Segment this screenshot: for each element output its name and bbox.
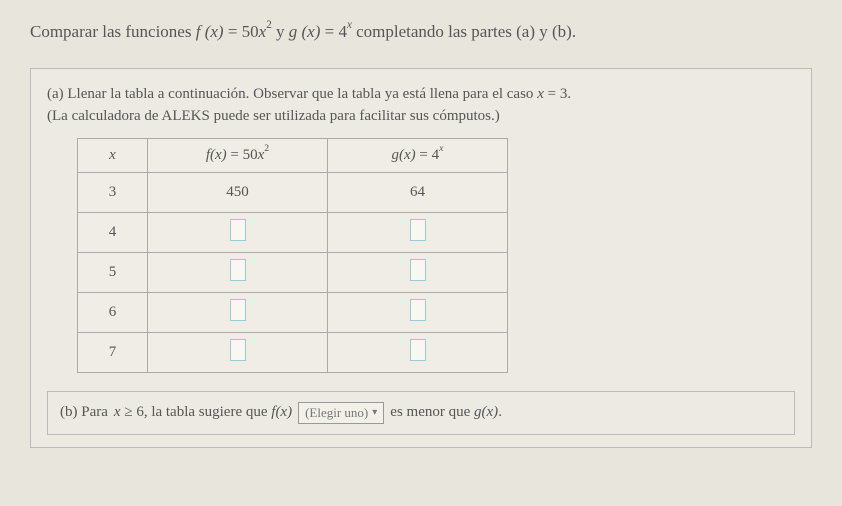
answer-input[interactable] bbox=[230, 219, 246, 241]
part-b-prefix: (b) Para bbox=[60, 404, 108, 421]
part-b-period: . bbox=[498, 404, 502, 420]
part-a-text: (a) Llenar la tabla a continuación. Obse… bbox=[47, 83, 795, 128]
part-a-eq-lhs: x bbox=[537, 86, 544, 102]
hdr-fx-paren: (x) bbox=[210, 147, 227, 163]
cell-x: 6 bbox=[78, 292, 148, 332]
hdr-gx-exp: x bbox=[439, 143, 443, 154]
part-b-row: (b) Para x ≥ 6, la tabla sugiere que f(x… bbox=[47, 391, 795, 435]
eq-sign: = bbox=[224, 22, 242, 41]
table-body: 3 450 64 4 5 6 bbox=[78, 172, 508, 372]
cell-x: 7 bbox=[78, 332, 148, 372]
cell-gx-input bbox=[328, 212, 508, 252]
table-row: 3 450 64 bbox=[78, 172, 508, 212]
choice-dropdown[interactable]: (Elegir uno) ▾ bbox=[298, 402, 384, 424]
conj-and: y bbox=[272, 22, 289, 41]
table-row: 7 bbox=[78, 332, 508, 372]
g-exp: x bbox=[347, 19, 352, 31]
answer-input[interactable] bbox=[410, 299, 426, 321]
ge-symbol: ≥ bbox=[124, 404, 132, 420]
paren-x: (x) bbox=[205, 22, 224, 41]
prompt-suffix: completando las partes (a) y (b). bbox=[352, 22, 576, 41]
header-gx: g(x) = 4x bbox=[328, 138, 508, 172]
hdr-gx-eq: = bbox=[416, 147, 432, 163]
cell-gx-input bbox=[328, 332, 508, 372]
chevron-down-icon: ▾ bbox=[372, 407, 377, 418]
part-b-var: x bbox=[114, 404, 121, 420]
values-table: x f(x) = 50x2 g(x) = 4x 3 450 64 bbox=[77, 138, 508, 373]
cell-gx-input bbox=[328, 252, 508, 292]
hdr-gx-paren: (x) bbox=[399, 147, 416, 163]
part-a-period: . bbox=[567, 86, 571, 102]
table-row: 5 bbox=[78, 252, 508, 292]
part-b-threshold: 6 bbox=[136, 404, 144, 420]
header-x-label: x bbox=[109, 147, 116, 163]
g-name: g bbox=[289, 22, 298, 41]
dropdown-label: (Elegir uno) bbox=[305, 405, 368, 421]
part-b-mid: , la tabla sugiere que bbox=[144, 404, 271, 420]
cell-x: 4 bbox=[78, 212, 148, 252]
answer-input[interactable] bbox=[230, 299, 246, 321]
cell-x: 3 bbox=[78, 172, 148, 212]
header-fx: f(x) = 50x2 bbox=[148, 138, 328, 172]
table-row: 4 bbox=[78, 212, 508, 252]
hdr-fx-exp: 2 bbox=[264, 143, 269, 154]
hdr-fx-coeff: 50 bbox=[243, 147, 258, 163]
answer-input[interactable] bbox=[230, 259, 246, 281]
part-a-line2: (La calculadora de ALEKS puede ser utili… bbox=[47, 108, 500, 124]
hdr-gx-name: g bbox=[392, 147, 400, 163]
cell-gx: 64 bbox=[328, 172, 508, 212]
cell-fx-input bbox=[148, 292, 328, 332]
cell-gx-input bbox=[328, 292, 508, 332]
eq-sign-g: = bbox=[320, 22, 338, 41]
table-header-row: x f(x) = 50x2 g(x) = 4x bbox=[78, 138, 508, 172]
header-x: x bbox=[78, 138, 148, 172]
cell-fx-input bbox=[148, 332, 328, 372]
part-b-fx-paren: (x) bbox=[275, 404, 292, 420]
f-exp: 2 bbox=[266, 19, 272, 31]
part-b-g: g bbox=[474, 404, 482, 420]
answer-input[interactable] bbox=[410, 219, 426, 241]
answer-input[interactable] bbox=[410, 339, 426, 361]
f-name: f bbox=[196, 22, 201, 41]
cell-fx-input bbox=[148, 252, 328, 292]
cell-fx: 450 bbox=[148, 172, 328, 212]
paren-x-g: (x) bbox=[301, 22, 320, 41]
prompt-prefix: Comparar las funciones bbox=[30, 22, 196, 41]
answer-input[interactable] bbox=[230, 339, 246, 361]
problem-panel: (a) Llenar la tabla a continuación. Obse… bbox=[30, 68, 812, 448]
part-b-suffix: es menor que bbox=[390, 404, 474, 420]
cell-fx-input bbox=[148, 212, 328, 252]
part-a-line1-prefix: (a) Llenar la tabla a continuación. Obse… bbox=[47, 86, 537, 102]
cell-x: 5 bbox=[78, 252, 148, 292]
f-coeff: 50 bbox=[242, 22, 259, 41]
part-b-gx-paren: (x) bbox=[482, 404, 499, 420]
question-prompt: Comparar las funciones f (x) = 50x2 y g … bbox=[30, 20, 812, 44]
table-row: 6 bbox=[78, 292, 508, 332]
g-base: 4 bbox=[338, 22, 347, 41]
hdr-fx-eq: = bbox=[227, 147, 243, 163]
answer-input[interactable] bbox=[410, 259, 426, 281]
